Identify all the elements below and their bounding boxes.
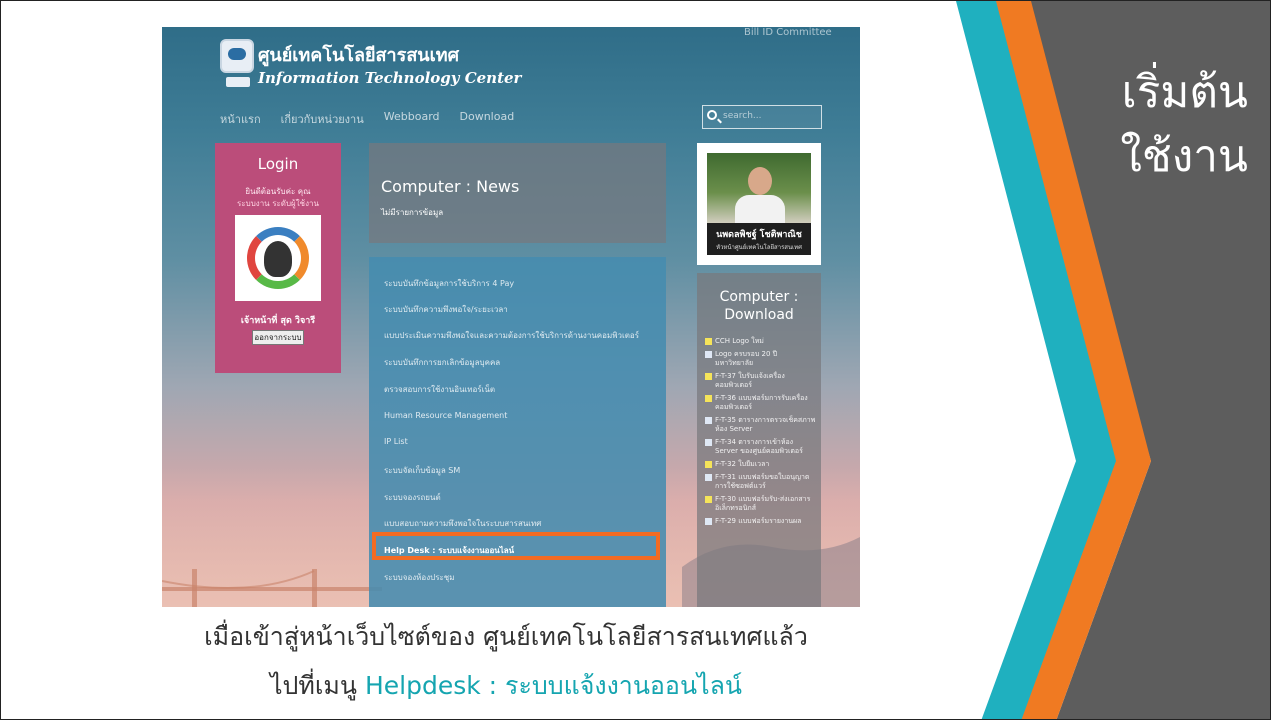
nav-item-about[interactable]: เกี่ยวกับหน่วยงาน <box>281 110 364 128</box>
star-icon <box>705 373 712 380</box>
news-title: Computer : News <box>381 177 520 196</box>
news-empty-text: ไม่มีรายการข้อมูล <box>381 208 444 217</box>
helpdesk-highlight-box <box>372 532 660 560</box>
menu-item[interactable]: แบบสอบถามความพึงพอใจในระบบสารสนเทศ <box>384 517 541 530</box>
login-user-name: เจ้าหน้าที่ สุด วิจารี <box>240 316 316 326</box>
caption-line2-prefix: ไปที่เมนู <box>269 671 365 700</box>
doc-icon <box>705 518 712 525</box>
slide: เริ่มต้น ใช้งาน ศูนย์เทคโนโลยีสารสนเทศ I… <box>0 0 1271 720</box>
login-panel: Login ยินดีต้อนรับค่ะ คุณ ระบบงาน ระดับผ… <box>215 143 341 373</box>
login-title: Login <box>257 155 299 173</box>
star-icon <box>705 395 712 402</box>
service-menu: ระบบบันทึกข้อมูลการใช้บริการ 4 Pay ระบบบ… <box>369 257 666 607</box>
site-logo-icon[interactable] <box>220 39 254 87</box>
site-name-th[interactable]: ศูนย์เทคโนโลยีสารสนเทศ <box>258 40 459 69</box>
star-icon <box>705 461 712 468</box>
menu-item[interactable]: ระบบจองห้องประชุม <box>384 571 455 584</box>
top-user-label: Bill ID Committee <box>744 27 832 38</box>
doc-icon <box>705 351 712 358</box>
slide-title-line2: ใช้งาน <box>1120 130 1248 182</box>
download-item[interactable]: CCH Logo ใหม่ <box>705 337 817 346</box>
website-screenshot: ศูนย์เทคโนโลยีสารสนเทศ Information Techn… <box>162 27 860 607</box>
download-item[interactable]: F-T-30 แบบฟอร์มรับ-ส่งเอกสาร อิเล็กทรอนิ… <box>705 495 817 513</box>
nav-item-webboard[interactable]: Webboard <box>384 110 440 128</box>
menu-item[interactable]: ระบบจัดเก็บข้อมูล SM <box>384 464 460 477</box>
star-icon <box>705 496 712 503</box>
news-panel: Computer : News ไม่มีรายการข้อมูล <box>369 143 666 243</box>
profile-name: นพดลพิชฐ์ โชติพาณิช <box>716 230 802 240</box>
search-icon <box>707 110 717 120</box>
caption-line1: เมื่อเข้าสู่หน้าเว็บไซต์ของ ศูนย์เทคโนโล… <box>204 622 808 651</box>
search-placeholder: search... <box>723 111 762 121</box>
site-name-en[interactable]: Information Technology Center <box>258 69 521 87</box>
menu-item[interactable]: ตรวจสอบการใช้งานอินเทอร์เน็ต <box>384 383 495 396</box>
star-icon <box>705 338 712 345</box>
menu-item[interactable]: ระบบบันทึกการยกเลิกข้อมูลบุคคล <box>384 356 500 369</box>
download-list: CCH Logo ใหม่ Logo ครบรอบ 20 ปี มหาวิทยา… <box>705 337 817 530</box>
nav-item-home[interactable]: หน้าแรก <box>220 110 261 128</box>
download-title-2: Download <box>724 307 794 323</box>
caption-line2-accent: Helpdesk : ระบบแจ้งงานออนไลน์ <box>364 671 743 700</box>
search-input[interactable]: search... <box>702 105 822 129</box>
caption-line2: ไปที่เมนู Helpdesk : ระบบแจ้งงานออนไลน์ <box>1 666 1011 706</box>
download-item[interactable]: F-T-29 แบบฟอร์มรายงานผล <box>705 517 817 526</box>
profile-card: นพดลพิชฐ์ โชติพาณิช หัวหน้าศูนย์เทคโนโลย… <box>697 143 821 265</box>
download-item[interactable]: F-T-31 แบบฟอร์มขอใบอนุญาตการใช้ซอฟต์แวร์ <box>705 473 817 491</box>
download-item[interactable]: F-T-37 ใบรับแจ้งเครื่องคอมพิวเตอร์ <box>705 372 817 390</box>
download-item[interactable]: Logo ครบรอบ 20 ปี มหาวิทยาลัย <box>705 350 817 368</box>
menu-item[interactable]: Human Resource Management <box>384 411 507 420</box>
doc-icon <box>705 417 712 424</box>
menu-item[interactable]: ระบบจองรถยนต์ <box>384 491 441 504</box>
main-nav: หน้าแรก เกี่ยวกับหน่วยงาน Webboard Downl… <box>220 110 514 128</box>
slide-title-line1: เริ่มต้น <box>1121 67 1248 118</box>
menu-item[interactable]: แบบประเมินความพึงพอใจและความต้องการใช้บร… <box>384 329 639 342</box>
menu-item[interactable]: IP List <box>384 437 408 446</box>
avatar <box>235 215 321 301</box>
download-item[interactable]: F-T-32 ใบยืมเวลา <box>705 460 817 469</box>
download-title: Computer : <box>719 289 799 305</box>
download-item[interactable]: F-T-36 แบบฟอร์มการรับเครื่องคอมพิวเตอร์ <box>705 394 817 412</box>
user-icon <box>264 241 292 277</box>
nav-item-download[interactable]: Download <box>460 110 515 128</box>
download-panel: Computer : Download CCH Logo ใหม่ Logo ค… <box>697 273 821 607</box>
doc-icon <box>705 439 712 446</box>
profile-caption: นพดลพิชฐ์ โชติพาณิช หัวหน้าศูนย์เทคโนโลย… <box>707 223 811 255</box>
menu-item[interactable]: ระบบบันทึกข้อมูลการใช้บริการ 4 Pay <box>384 277 514 290</box>
menu-item[interactable]: ระบบบันทึกความพึงพอใจ/ระยะเวลา <box>384 303 508 316</box>
bridge-image <box>162 569 382 607</box>
profile-role: หัวหน้าศูนย์เทคโนโลยีสารสนเทศ <box>716 244 802 251</box>
profile-photo <box>707 153 811 225</box>
login-role: ระบบงาน ระดับผู้ใช้งาน <box>237 199 319 208</box>
doc-icon <box>705 474 712 481</box>
slide-title: เริ่มต้น ใช้งาน <box>1120 61 1248 189</box>
logout-button[interactable]: ออกจากระบบ <box>252 330 304 345</box>
download-item[interactable]: F-T-35 ตารางการตรวจเช็คสภาพห้อง Server <box>705 416 817 434</box>
download-item[interactable]: F-T-34 ตารางการเข้าห้อง Server ของศูนย์ค… <box>705 438 817 456</box>
